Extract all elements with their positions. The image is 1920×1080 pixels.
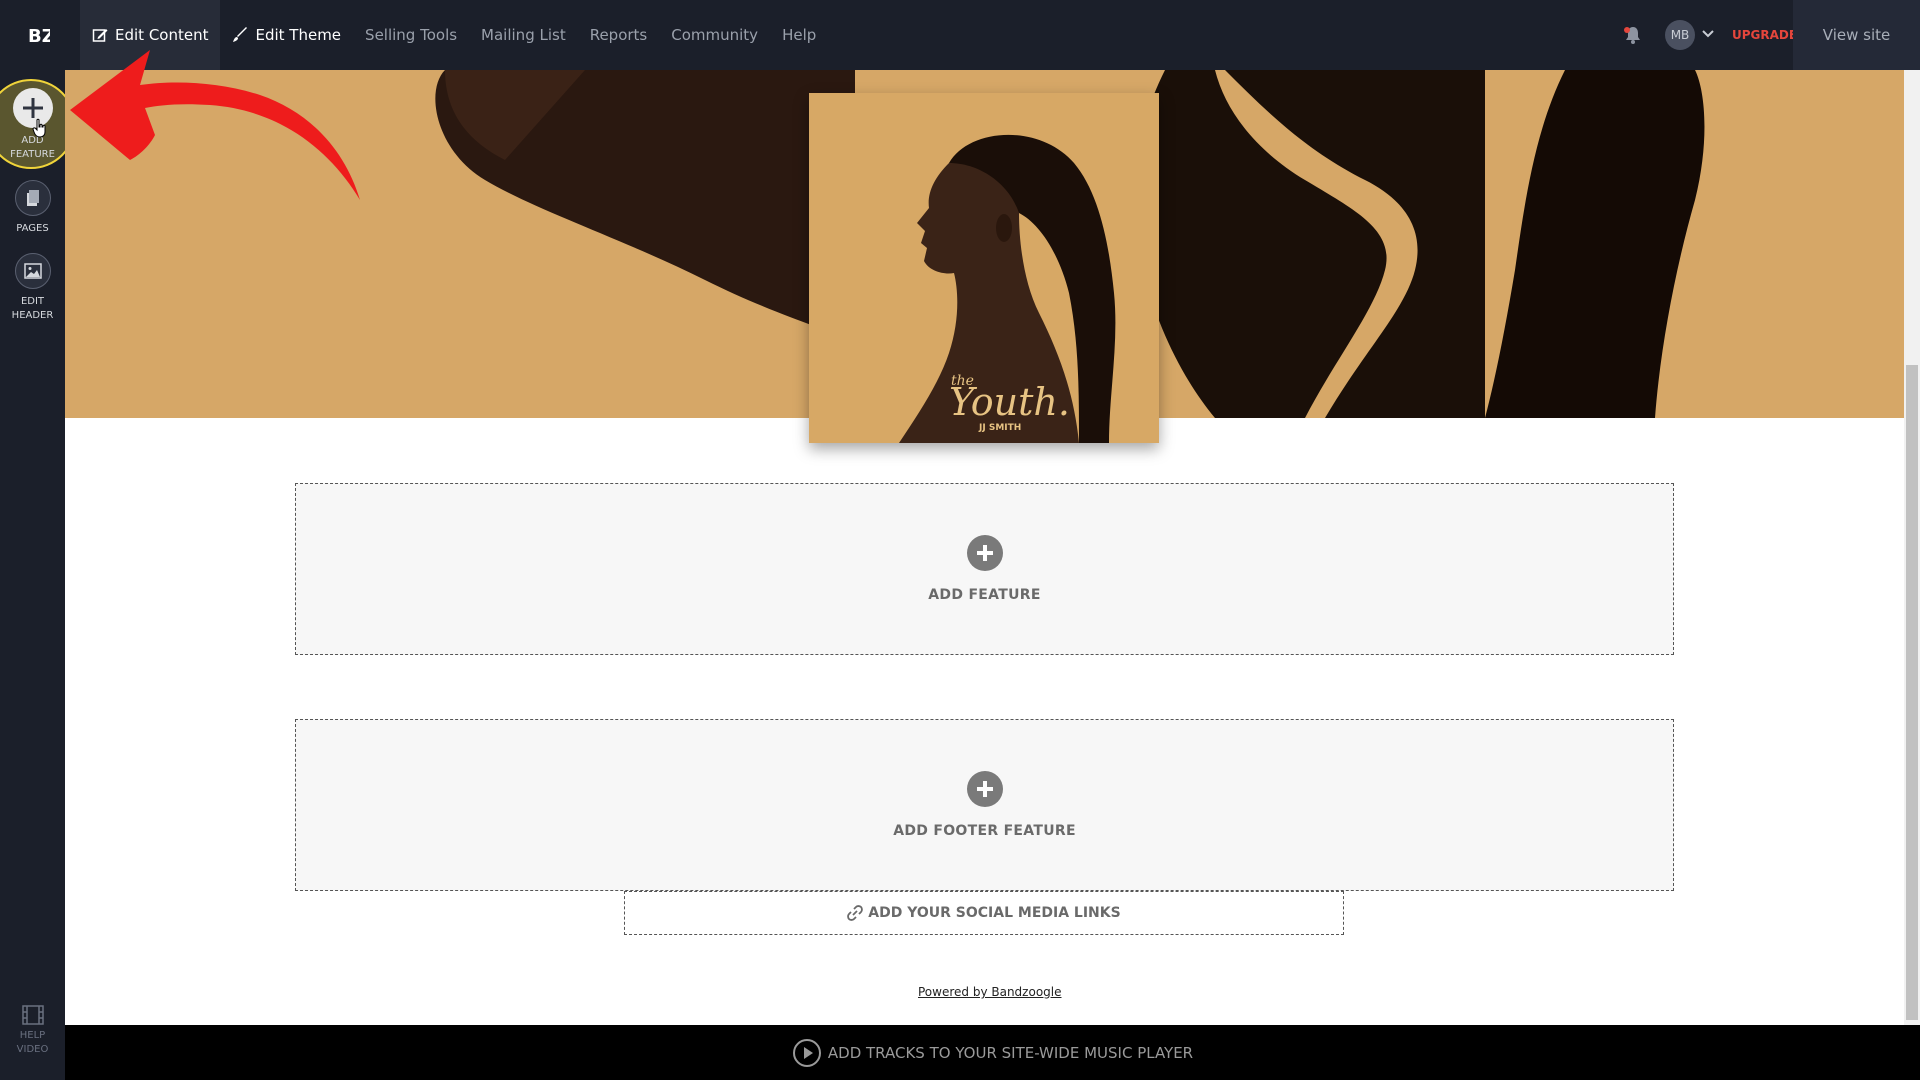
nav-reports[interactable]: Reports: [578, 0, 660, 70]
view-site-button[interactable]: View site: [1793, 0, 1920, 70]
film-icon: [21, 1005, 44, 1025]
nav-selling-tools-label: Selling Tools: [365, 26, 458, 44]
nav-edit-content-label: Edit Content: [115, 26, 209, 44]
pages-circle: [14, 180, 51, 216]
pages-label: PAGES: [16, 223, 49, 234]
scrollbar-thumb[interactable]: [1906, 365, 1918, 1020]
album-artist: JJ SMITH: [978, 423, 1021, 433]
add-feature-placeholder[interactable]: ADD FEATURE: [295, 483, 1674, 655]
help-video-line1: HELP: [19, 1030, 46, 1041]
add-feature-text: ADD FEATURE: [928, 587, 1041, 603]
add-footer-plus-icon: [966, 771, 1003, 807]
nav-community[interactable]: Community: [659, 0, 770, 70]
social-links-text: ADD YOUR SOCIAL MEDIA LINKS: [868, 905, 1121, 921]
nav-edit-theme-label: Edit Theme: [255, 26, 342, 44]
sidebar-add-feature[interactable]: ADD FEATURE: [0, 79, 76, 169]
upgrade-link[interactable]: UPGRADE: [1732, 28, 1797, 42]
nav-selling-tools[interactable]: Selling Tools: [353, 0, 469, 70]
edit-header-line2: HEADER: [11, 310, 54, 321]
add-feature-label: ADD FEATURE: [0, 134, 65, 162]
add-feature-line2: FEATURE: [10, 149, 55, 160]
add-feature-plus-icon: [966, 535, 1003, 571]
plus-icon: [976, 781, 993, 797]
notification-bell-icon[interactable]: [1622, 24, 1644, 46]
sidebar-help-video[interactable]: HELP VIDEO: [0, 1005, 65, 1057]
avatar-initials: MB: [1670, 28, 1690, 42]
sidebar-edit-header[interactable]: EDIT HEADER: [0, 253, 65, 323]
edit-header-line1: EDIT: [20, 296, 45, 307]
main-nav: Edit Content Edit Theme Selling Tools Ma…: [80, 0, 828, 70]
powered-by-link[interactable]: Powered by Bandzoogle: [918, 985, 1062, 999]
sidebar-pages[interactable]: PAGES: [0, 180, 65, 236]
album-art: the Youth. JJ SMITH: [809, 93, 1159, 443]
nav-reports-label: Reports: [589, 26, 648, 44]
view-site-label: View site: [1822, 26, 1891, 44]
edit-header-circle: [14, 253, 51, 289]
nav-edit-theme[interactable]: Edit Theme: [220, 0, 353, 70]
link-icon: [847, 905, 864, 921]
nav-help-label: Help: [782, 26, 817, 44]
top-navigation-bar: BZ Edit Content Edit Theme Selling Tools…: [0, 0, 1920, 70]
album-title: Youth.: [949, 380, 1070, 424]
nav-mailing-list[interactable]: Mailing List: [469, 0, 578, 70]
nav-help[interactable]: Help: [770, 0, 828, 70]
user-avatar[interactable]: MB: [1665, 20, 1695, 50]
left-sidebar: ADD FEATURE PAGES EDIT HEADER HELP VIDEO: [0, 70, 76, 1080]
nav-edit-content[interactable]: Edit Content: [80, 0, 221, 70]
play-icon: [792, 1038, 821, 1067]
plus-icon: [976, 545, 993, 561]
help-video-line2: VIDEO: [16, 1044, 49, 1055]
brush-icon: [233, 27, 248, 42]
music-player-text: ADD TRACKS TO YOUR SITE-WIDE MUSIC PLAYE…: [827, 1043, 1194, 1062]
bandzoogle-logo[interactable]: BZ: [28, 22, 50, 46]
pages-icon: [26, 190, 39, 206]
edit-icon: [92, 29, 108, 42]
nav-mailing-list-label: Mailing List: [481, 26, 566, 44]
chevron-down-icon[interactable]: [1701, 27, 1715, 41]
add-footer-feature-text: ADD FOOTER FEATURE: [893, 823, 1076, 839]
album-cover-image[interactable]: the Youth. JJ SMITH: [809, 93, 1159, 443]
add-social-links-button[interactable]: ADD YOUR SOCIAL MEDIA LINKS: [624, 891, 1344, 935]
music-player-bar[interactable]: ADD TRACKS TO YOUR SITE-WIDE MUSIC PLAYE…: [65, 1025, 1920, 1080]
nav-community-label: Community: [671, 26, 759, 44]
logo-text: BZ: [28, 26, 50, 46]
hand-cursor-icon: [32, 118, 46, 138]
image-icon: [23, 263, 42, 279]
add-footer-feature-placeholder[interactable]: ADD FOOTER FEATURE: [295, 719, 1674, 891]
